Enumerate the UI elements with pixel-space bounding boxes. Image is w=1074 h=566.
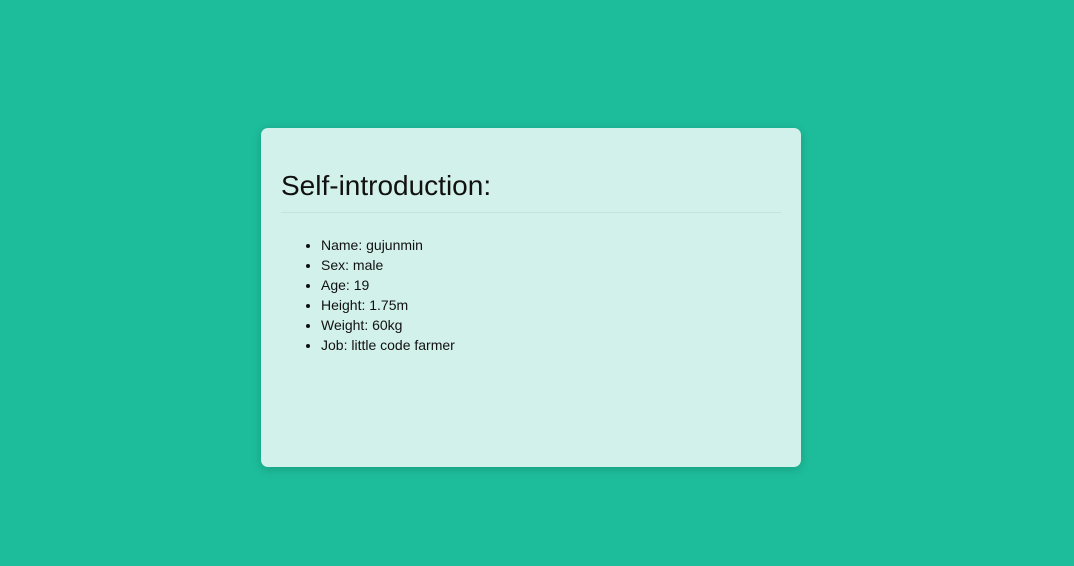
list-item-weight: Weight: 60kg bbox=[321, 315, 781, 335]
list-item-age: Age: 19 bbox=[321, 275, 781, 295]
info-list: Name: gujunmin Sex: male Age: 19 Height:… bbox=[281, 235, 781, 355]
list-item-name: Name: gujunmin bbox=[321, 235, 781, 255]
title-divider bbox=[281, 212, 781, 213]
intro-card: Self-introduction: Name: gujunmin Sex: m… bbox=[261, 128, 801, 467]
list-item-height: Height: 1.75m bbox=[321, 295, 781, 315]
card-title: Self-introduction: bbox=[281, 170, 492, 201]
list-item-job: Job: little code farmer bbox=[321, 335, 781, 355]
list-item-sex: Sex: male bbox=[321, 255, 781, 275]
